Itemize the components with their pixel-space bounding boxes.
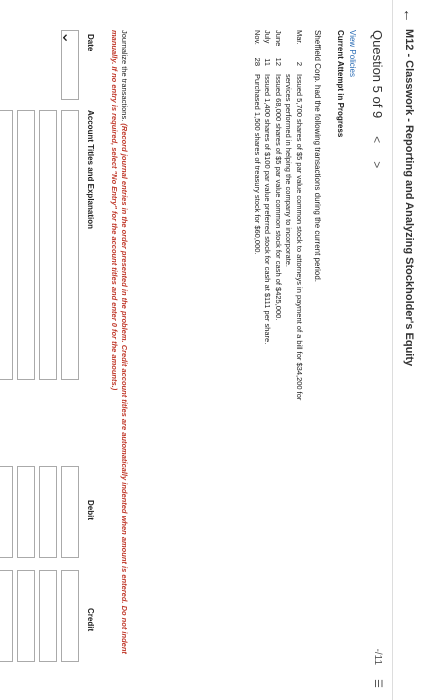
question-header: Question 5 of 9 < > — [370, 30, 385, 168]
debit-input[interactable] — [17, 466, 35, 558]
account-title-select[interactable] — [17, 110, 35, 380]
next-question-button[interactable]: > — [371, 161, 385, 168]
debit-input[interactable] — [39, 466, 57, 558]
credit-header: Credit — [86, 608, 95, 632]
transaction-row: Mar. 2 Issued 5,700 shares of $5 par val… — [284, 30, 305, 401]
date-header: Date — [86, 34, 95, 52]
view-policies-link[interactable]: View Policies — [348, 30, 357, 77]
account-title-select[interactable] — [0, 110, 13, 380]
debit-input[interactable] — [61, 466, 79, 558]
debit-header: Debit — [86, 500, 95, 520]
date-select[interactable]: ⌄ — [59, 30, 79, 100]
prev-question-button[interactable]: < — [371, 136, 385, 143]
credit-input[interactable] — [0, 570, 13, 662]
transaction-row: Nov. 28 Purchased 1,500 shares of treasu… — [253, 30, 262, 255]
transaction-row: June 12 Issued 68,000 shares of $5 par v… — [274, 30, 283, 321]
back-arrow-icon[interactable]: ← — [401, 8, 418, 23]
rotated-page: ← M12 - Classwork - Reporting and Analyz… — [0, 0, 425, 700]
problem-intro: Sheffield Corp. had the following transa… — [313, 30, 322, 283]
credit-input[interactable] — [17, 570, 35, 662]
list-icon[interactable]: ☰ — [372, 679, 383, 688]
journal-entry-row — [0, 30, 13, 680]
score-value: -/11 — [372, 648, 383, 666]
instructions-note: (Record journal entries in the order pre… — [110, 30, 129, 654]
credit-input[interactable] — [39, 570, 57, 662]
credit-input[interactable] — [61, 570, 79, 662]
debit-input[interactable] — [0, 466, 13, 558]
transaction-list: Mar. 2 Issued 5,700 shares of $5 par val… — [252, 30, 305, 404]
journal-entry-row: ⌄ — [59, 30, 79, 680]
account-title-select[interactable] — [61, 110, 79, 380]
chevron-down-icon: ⌄ — [59, 31, 76, 45]
score-area: -/11 ☰ — [372, 649, 383, 688]
transaction-row: July 11 Issued 1,400 shares of $100 par … — [263, 30, 273, 345]
question-label: Question 5 of 9 — [370, 30, 385, 119]
instructions: Journalize the transactions. (Record jou… — [109, 30, 129, 670]
account-header: Account Titles and Explanation — [86, 110, 95, 229]
top-bar: ← M12 - Classwork - Reporting and Analyz… — [392, 0, 425, 700]
journal-entry-row — [15, 30, 35, 680]
account-title-select[interactable] — [39, 110, 57, 380]
attempt-status: Current Attempt in Progress — [336, 30, 345, 138]
instructions-lead: Journalize the transactions. — [120, 30, 129, 122]
journal-entry-row — [37, 30, 57, 680]
assignment-title: M12 - Classwork - Reporting and Analyzin… — [403, 29, 415, 367]
